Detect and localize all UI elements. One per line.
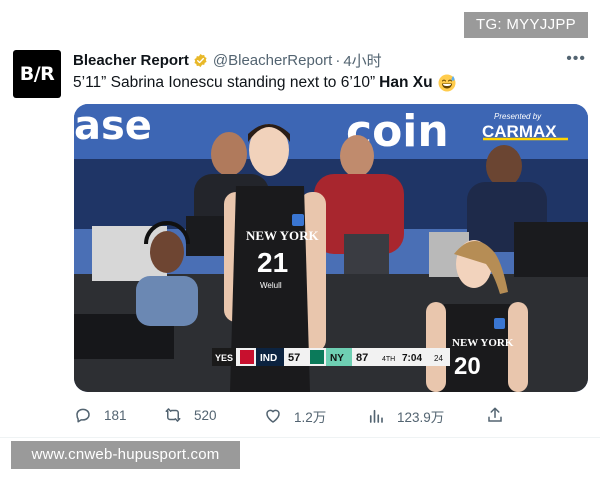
reply-action[interactable]: 181 (74, 406, 127, 424)
reply-icon (76, 408, 90, 423)
home-score: 87 (356, 352, 368, 364)
retweet-icon (165, 408, 181, 422)
like-count: 1.2万 (294, 410, 327, 425)
heart-icon (266, 409, 280, 423)
analytics-icon (369, 409, 383, 423)
separator-dot: · (335, 51, 341, 69)
retweet-action[interactable]: 520 (164, 406, 217, 424)
jersey-number-1: 21 (257, 247, 288, 278)
quarter: 4TH (382, 356, 395, 363)
avatar[interactable]: B/R (13, 50, 61, 98)
reply-count: 181 (104, 407, 127, 423)
tweet-actions: 181 520 1.2万 123.9万 (74, 406, 514, 426)
share-action[interactable] (486, 406, 516, 424)
away-team-abbr: IND (260, 353, 277, 364)
home-team-abbr: NY (330, 353, 344, 364)
jersey-number-2: 20 (454, 353, 481, 380)
jersey-team-text-1: NEW YORK (246, 228, 319, 243)
verified-badge-icon (194, 53, 207, 67)
media-scene: ase coin Presented by CARMAX NEW YORK 21… (74, 104, 588, 392)
divider (0, 437, 600, 438)
watermark-top: TG: MYYJJPP (464, 12, 588, 38)
tweet-text-bold: Han Xu (379, 74, 433, 91)
like-action[interactable]: 1.2万 (264, 406, 326, 426)
avatar-logo-text: B/R (19, 63, 55, 85)
tweet-text-main: 5’11” Sabrina Ionescu standing next to 6… (73, 74, 376, 91)
game-clock: 7:04 (402, 353, 422, 364)
user-handle[interactable]: @BleacherReport (213, 52, 332, 69)
tweet-media[interactable]: ase coin Presented by CARMAX NEW YORK 21… (74, 104, 588, 392)
tweet-card: B/R Bleacher Report @BleacherReport · 4小… (0, 0, 600, 440)
views-count: 123.9万 (397, 410, 445, 425)
views-action[interactable]: 123.9万 (367, 406, 444, 426)
banner-text-left: ase (74, 104, 152, 149)
display-name[interactable]: Bleacher Report (73, 52, 189, 69)
grinning-sweat-emoji-icon (438, 74, 456, 92)
share-icon (488, 407, 502, 422)
network-logo: YES (215, 353, 233, 363)
more-options-icon[interactable]: ••• (566, 51, 586, 67)
watermark-bottom: www.cnweb-hupusport.com (11, 441, 240, 469)
jersey-sponsor-text: Welull (260, 281, 282, 290)
tweet-text: 5’11” Sabrina Ionescu standing next to 6… (73, 74, 456, 92)
shot-clock: 24 (434, 354, 443, 363)
scoreboard: YES IND 57 NY 87 4TH 7:04 24 (212, 348, 450, 366)
away-score: 57 (288, 352, 300, 364)
presented-by-label: Presented by (494, 112, 542, 121)
tweet-header: Bleacher Report @BleacherReport · 4小时 (73, 50, 382, 70)
retweet-count: 520 (194, 407, 217, 423)
timestamp[interactable]: 4小时 (343, 50, 381, 71)
jersey-team-text-2: NEW YORK (452, 337, 514, 349)
